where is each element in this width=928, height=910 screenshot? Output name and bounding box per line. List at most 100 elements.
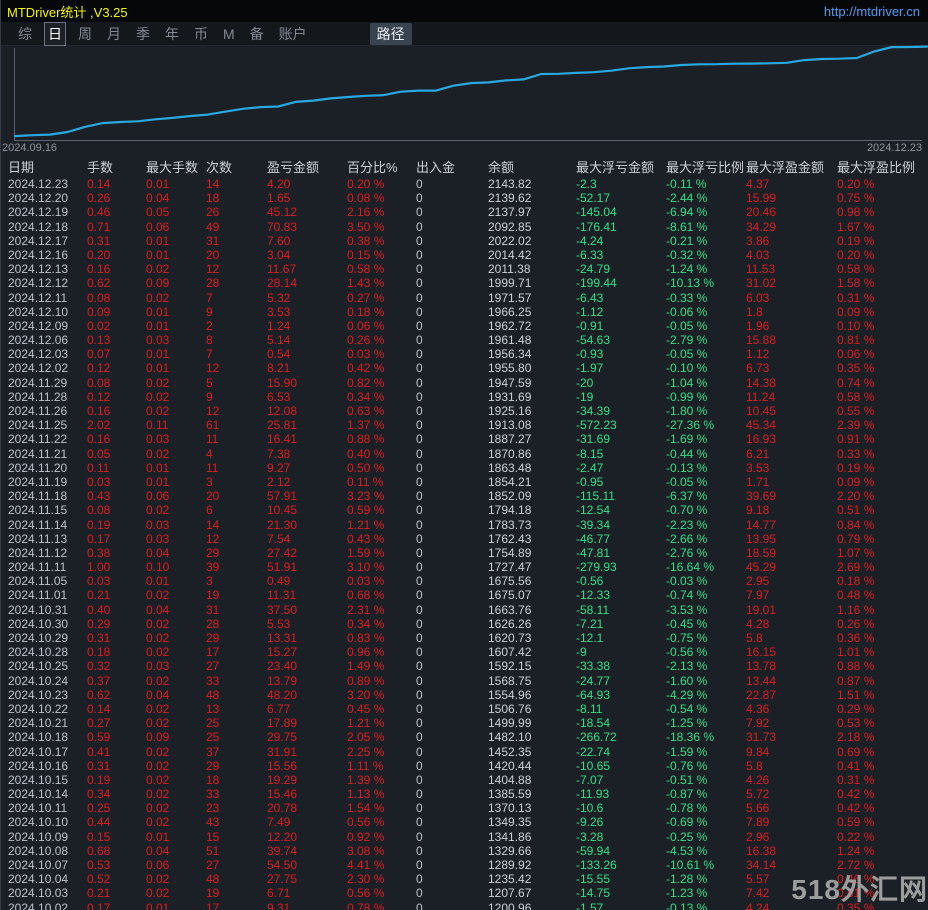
table-row[interactable]: 2024.11.13 0.17 0.03 12 7.54 0.43 % 0 1762.43 -4… [1, 532, 928, 546]
cell: 12 [206, 361, 220, 376]
table-row[interactable]: 2024.10.04 0.52 0.02 48 27.75 2.30 % 0 1235.42 -… [1, 872, 928, 886]
table-row[interactable]: 2024.11.29 0.08 0.02 5 15.90 0.82 % 0 1947.59 -2… [1, 376, 928, 390]
table-row[interactable]: 2024.10.24 0.37 0.02 33 13.79 0.89 % 0 1568.75 -… [1, 674, 928, 688]
table-row[interactable]: 2024.10.31 0.40 0.04 31 37.50 2.31 % 0 1663.76 -… [1, 603, 928, 617]
table-row[interactable]: 2024.11.05 0.03 0.01 3 0.49 0.03 % 0 1675.56 -0.… [1, 574, 928, 588]
table-row[interactable]: 2024.10.09 0.15 0.01 15 12.20 0.92 % 0 1341.86 -… [1, 830, 928, 844]
table-row[interactable]: 2024.12.18 0.71 0.06 49 70.83 3.50 % 0 2092.85 -… [1, 220, 928, 234]
cell: 2.30 % [347, 872, 385, 887]
cell: 7.97 [746, 588, 770, 603]
column-header[interactable]: 最大浮盈金额 [746, 157, 837, 176]
table-row[interactable]: 2024.12.09 0.02 0.01 2 1.24 0.06 % 0 1962.72 -0.… [1, 319, 928, 333]
cell: 0.19 [87, 772, 111, 787]
table-row[interactable]: 2024.11.01 0.21 0.02 19 11.31 0.68 % 0 1675.07 -… [1, 588, 928, 602]
table-row[interactable]: 2024.12.16 0.20 0.01 20 3.04 0.15 % 0 2014.42 -6… [1, 248, 928, 262]
cell: 1452.35 [488, 744, 532, 759]
table-row[interactable]: 2024.12.12 0.62 0.09 28 28.14 1.43 % 0 1999.71 -… [1, 276, 928, 290]
column-header[interactable]: 盈亏金额 [267, 157, 347, 176]
table-row[interactable]: 2024.12.19 0.46 0.05 26 45.12 2.16 % 0 2137.97 -… [1, 205, 928, 219]
column-header[interactable]: 最大浮盈比例 [837, 157, 928, 176]
cell: 0.41 [87, 744, 111, 759]
column-header[interactable]: 最大浮亏比例 [666, 157, 746, 176]
cell: 0.09 % [837, 474, 875, 489]
table-row[interactable]: 2024.11.20 0.11 0.01 11 9.27 0.50 % 0 1863.48 -2… [1, 461, 928, 475]
cell: -11.93 [576, 787, 610, 802]
table-row[interactable]: 2024.10.03 0.21 0.02 19 6.71 0.56 % 0 1207.67 -1… [1, 886, 928, 900]
cell: 0.59 [87, 730, 111, 745]
table-row[interactable]: 2024.11.28 0.12 0.02 9 6.53 0.34 % 0 1931.69 -19… [1, 390, 928, 404]
table-row[interactable]: 2024.10.11 0.25 0.02 23 20.78 1.54 % 0 1370.13 -… [1, 801, 928, 815]
table-row[interactable]: 2024.12.20 0.26 0.04 18 1.65 0.08 % 0 2139.62 -5… [1, 191, 928, 205]
column-header[interactable]: 出入金 [416, 157, 488, 176]
table-row[interactable]: 2024.11.19 0.03 0.01 3 2.12 0.11 % 0 1854.21 -0.… [1, 475, 928, 489]
table-row[interactable]: 2024.10.22 0.14 0.02 13 6.77 0.45 % 0 1506.76 -8… [1, 702, 928, 716]
table-row[interactable]: 2024.12.23 0.14 0.01 14 4.20 0.20 % 0 2143.82 -2… [1, 177, 928, 191]
table-row[interactable]: 2024.11.22 0.16 0.03 11 16.41 0.88 % 0 1887.27 -… [1, 432, 928, 446]
cell: 0.01 [146, 233, 170, 248]
column-header[interactable]: 百分比% [347, 157, 416, 176]
cell: 12 [206, 404, 220, 418]
table-row[interactable]: 2024.10.25 0.32 0.03 27 23.40 1.49 % 0 1592.15 -… [1, 659, 928, 673]
table-row[interactable]: 2024.10.21 0.27 0.02 25 17.89 1.21 % 0 1499.99 -… [1, 716, 928, 730]
cell: 2024.11.29 [8, 375, 68, 390]
table-row[interactable]: 2024.11.11 1.00 0.10 39 51.91 3.10 % 0 1727.47 -… [1, 560, 928, 574]
table-row[interactable]: 2024.10.10 0.44 0.02 43 7.49 0.56 % 0 1349.35 -9… [1, 815, 928, 829]
table-row[interactable]: 2024.12.10 0.09 0.01 9 3.53 0.18 % 0 1966.25 -1.… [1, 305, 928, 319]
table-row[interactable]: 2024.11.12 0.38 0.04 29 27.42 1.59 % 0 1754.89 -… [1, 546, 928, 560]
cell: 14 [206, 177, 220, 191]
cell: 0.02 [146, 262, 170, 277]
table-row[interactable]: 2024.11.21 0.05 0.02 4 7.38 0.40 % 0 1870.86 -8.… [1, 447, 928, 461]
table-row[interactable]: 2024.11.15 0.08 0.02 6 10.45 0.59 % 0 1794.18 -1… [1, 503, 928, 517]
cell: 1.24 % [837, 843, 875, 858]
table-row[interactable]: 2024.10.29 0.31 0.02 29 13.31 0.83 % 0 1620.73 -… [1, 631, 928, 645]
table-row[interactable]: 2024.10.28 0.18 0.02 17 15.27 0.96 % 0 1607.42 -… [1, 645, 928, 659]
table-row[interactable]: 2024.10.18 0.59 0.09 25 29.75 2.05 % 0 1482.10 -… [1, 730, 928, 744]
cell: -0.78 % [666, 801, 708, 816]
table-row[interactable]: 2024.10.16 0.31 0.02 29 15.56 1.11 % 0 1420.44 -… [1, 759, 928, 773]
column-header[interactable]: 日期 [8, 157, 87, 176]
cell: 0.09 [146, 730, 170, 745]
table-row[interactable]: 2024.12.03 0.07 0.01 7 0.54 0.03 % 0 1956.34 -0.… [1, 347, 928, 361]
cell: 33 [206, 787, 220, 802]
column-header[interactable]: 最大浮亏金额 [576, 157, 666, 176]
table-row[interactable]: 2024.10.15 0.19 0.02 18 19.29 1.39 % 0 1404.88 -… [1, 773, 928, 787]
cell: 15.27 [267, 645, 298, 660]
column-header[interactable]: 余额 [488, 157, 576, 176]
cell: -0.87 % [666, 787, 708, 802]
website-link[interactable]: http://mtdriver.cn [824, 4, 920, 19]
table-row[interactable]: 2024.12.13 0.16 0.02 12 11.67 0.58 % 0 2011.38 -… [1, 262, 928, 276]
table-row[interactable]: 2024.11.14 0.19 0.03 14 21.30 1.21 % 0 1783.73 -… [1, 518, 928, 532]
table-row[interactable]: 2024.12.17 0.31 0.01 31 7.60 0.38 % 0 2022.02 -4… [1, 234, 928, 248]
cell: 0.17 [87, 531, 111, 546]
table-row[interactable]: 2024.10.08 0.68 0.04 51 39.74 3.08 % 0 1329.66 -… [1, 844, 928, 858]
cell: 1.65 [267, 191, 291, 206]
table-row[interactable]: 2024.11.26 0.16 0.02 12 12.08 0.63 % 0 1925.16 -… [1, 404, 928, 418]
table-row[interactable]: 2024.11.18 0.43 0.06 20 57.91 3.23 % 0 1852.09 -… [1, 489, 928, 503]
table-row[interactable]: 2024.10.30 0.29 0.02 28 5.53 0.34 % 0 1626.26 -7… [1, 617, 928, 631]
table-row[interactable]: 2024.11.25 2.02 0.11 61 25.81 1.37 % 0 1913.08 -… [1, 418, 928, 432]
cell: 0 [416, 460, 423, 475]
cell: 7.38 [267, 446, 291, 461]
table-row[interactable]: 2024.12.02 0.12 0.01 12 8.21 0.42 % 0 1955.80 -1… [1, 361, 928, 375]
table-row[interactable]: 2024.12.11 0.08 0.02 7 5.32 0.27 % 0 1971.57 -6.… [1, 291, 928, 305]
table-row[interactable]: 2024.10.17 0.41 0.02 37 31.91 2.25 % 0 1452.35 -… [1, 745, 928, 759]
table-row[interactable]: 2024.10.23 0.62 0.04 48 48.20 3.20 % 0 1554.96 -… [1, 688, 928, 702]
cell: 37 [206, 744, 220, 759]
cell: -133.26 [576, 858, 617, 872]
cell: 0.32 [87, 659, 111, 674]
cell: 2024.12.19 [8, 205, 69, 220]
cell: 0.62 [87, 276, 111, 291]
column-header[interactable]: 最大手数 [146, 157, 206, 176]
table-row[interactable]: 2024.10.07 0.53 0.06 27 54.50 4.41 % 0 1289.92 -… [1, 858, 928, 872]
cell: -2.47 [576, 460, 604, 475]
table-row[interactable]: 2024.10.14 0.34 0.02 33 15.46 1.13 % 0 1385.59 -… [1, 787, 928, 801]
column-header[interactable]: 手数 [87, 157, 146, 176]
cell: 0 [416, 177, 423, 191]
table-row[interactable]: 2024.12.06 0.13 0.03 8 5.14 0.26 % 0 1961.48 -54… [1, 333, 928, 347]
cell: 7.49 [267, 815, 291, 830]
cell: 0.38 % [347, 233, 385, 248]
cell: -1.04 % [666, 375, 708, 390]
column-header[interactable]: 次数 [206, 157, 267, 176]
cell: 11.53 [746, 262, 776, 277]
table-row[interactable]: 2024.10.02 0.17 0.01 17 9.31 0.78 % 0 1200.96 -1… [1, 901, 928, 910]
